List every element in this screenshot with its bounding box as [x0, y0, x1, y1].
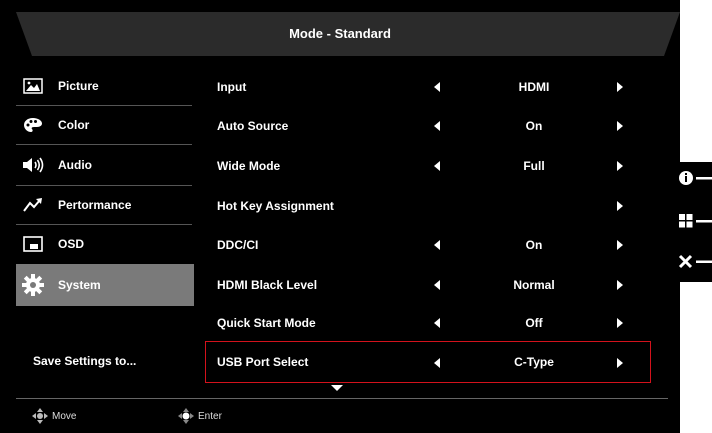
- sidebar-item-label: OSD: [58, 237, 85, 251]
- setting-value: Normal: [513, 278, 555, 292]
- setting-name: Input: [217, 80, 247, 94]
- setting-row-input[interactable]: Input HDMI: [206, 72, 652, 102]
- setting-value: HDMI: [518, 80, 550, 94]
- arrow-right-icon[interactable]: [617, 82, 623, 92]
- sidebar-item-osd[interactable]: OSD: [16, 226, 194, 262]
- setting-name: USB Port Select: [217, 355, 309, 369]
- title-bar: Mode - Standard: [0, 12, 680, 56]
- arrow-right-icon[interactable]: [617, 161, 623, 171]
- sidebar-item-label: Color: [58, 118, 90, 132]
- sidebar-item-performance[interactable]: Pertormance: [16, 187, 194, 223]
- setting-row-hot-key-assignment[interactable]: Hot Key Assignment: [206, 191, 652, 221]
- setting-name: Quick Start Mode: [217, 316, 316, 330]
- divider: [16, 144, 192, 145]
- arrow-left-icon[interactable]: [434, 280, 440, 290]
- setting-name: DDC/CI: [217, 238, 259, 252]
- setting-row-ddc-ci[interactable]: DDC/CI On: [206, 230, 652, 260]
- sidebar-item-audio[interactable]: Audio: [16, 147, 194, 183]
- divider: [16, 105, 192, 106]
- setting-value: On: [525, 238, 543, 252]
- setting-row-quick-start-mode[interactable]: Quick Start Mode Off: [206, 308, 652, 338]
- color-palette-icon: [22, 115, 44, 135]
- arrow-left-icon[interactable]: [434, 358, 440, 368]
- setting-value: On: [525, 119, 543, 133]
- picture-icon: [22, 76, 44, 96]
- arrow-left-icon[interactable]: [434, 240, 440, 250]
- arrow-left-icon[interactable]: [434, 121, 440, 131]
- setting-value: Full: [523, 159, 545, 173]
- sidebar-item-label: Picture: [58, 79, 99, 93]
- move-label: Move: [52, 410, 77, 422]
- setting-row-wide-mode[interactable]: Wide Mode Full: [206, 151, 652, 181]
- save-settings-button[interactable]: Save Settings to...: [33, 354, 136, 368]
- setting-row-auto-source[interactable]: Auto Source On: [206, 111, 652, 141]
- hotkey-panel: [676, 162, 712, 282]
- scroll-down-indicator-icon[interactable]: [331, 385, 343, 391]
- page-title: Mode - Standard: [289, 26, 391, 41]
- divider: [16, 185, 192, 186]
- sidebar-item-system[interactable]: System: [16, 264, 194, 306]
- speaker-icon: [22, 155, 44, 175]
- setting-row-usb-port-select[interactable]: USB Port Select C-Type: [205, 341, 651, 383]
- joystick-enter-icon: [178, 408, 194, 424]
- info-icon[interactable]: [676, 164, 712, 192]
- arrow-left-icon[interactable]: [434, 82, 440, 92]
- arrow-left-icon[interactable]: [434, 318, 440, 328]
- footer-divider: [16, 398, 668, 399]
- osd-icon: [22, 234, 44, 254]
- sidebar-item-label: Audio: [58, 158, 92, 172]
- sidebar-item-color[interactable]: Color: [16, 107, 194, 143]
- setting-name: Wide Mode: [217, 159, 281, 173]
- arrow-left-icon[interactable]: [434, 161, 440, 171]
- exit-icon[interactable]: [676, 248, 712, 276]
- setting-name: Auto Source: [217, 119, 289, 133]
- divider: [16, 224, 192, 225]
- move-hint: Move: [32, 408, 76, 424]
- enter-label: Enter: [198, 410, 222, 422]
- setting-value: Off: [525, 316, 543, 330]
- setting-name: Hot Key Assignment: [217, 199, 334, 213]
- setting-row-hdmi-black-level[interactable]: HDMI Black Level Normal: [206, 270, 652, 300]
- arrow-right-icon[interactable]: [617, 240, 623, 250]
- input-select-icon[interactable]: [676, 207, 712, 235]
- arrow-right-icon[interactable]: [617, 121, 623, 131]
- sidebar-item-label: Pertormance: [58, 198, 132, 212]
- setting-name: HDMI Black Level: [217, 278, 318, 292]
- osd-menu: Mode - Standard Picture Color Audio Pert…: [0, 0, 680, 433]
- joystick-move-icon: [32, 408, 48, 424]
- enter-hint: Enter: [178, 408, 222, 424]
- arrow-right-icon[interactable]: [617, 201, 623, 211]
- arrow-right-icon[interactable]: [617, 318, 623, 328]
- gear-icon: [22, 274, 44, 296]
- setting-value: C-Type: [514, 355, 554, 369]
- sidebar-item-picture[interactable]: Picture: [16, 68, 194, 104]
- arrow-right-icon[interactable]: [617, 358, 623, 368]
- sidebar-item-label: System: [58, 278, 101, 292]
- arrow-right-icon[interactable]: [617, 280, 623, 290]
- performance-icon: [22, 195, 44, 215]
